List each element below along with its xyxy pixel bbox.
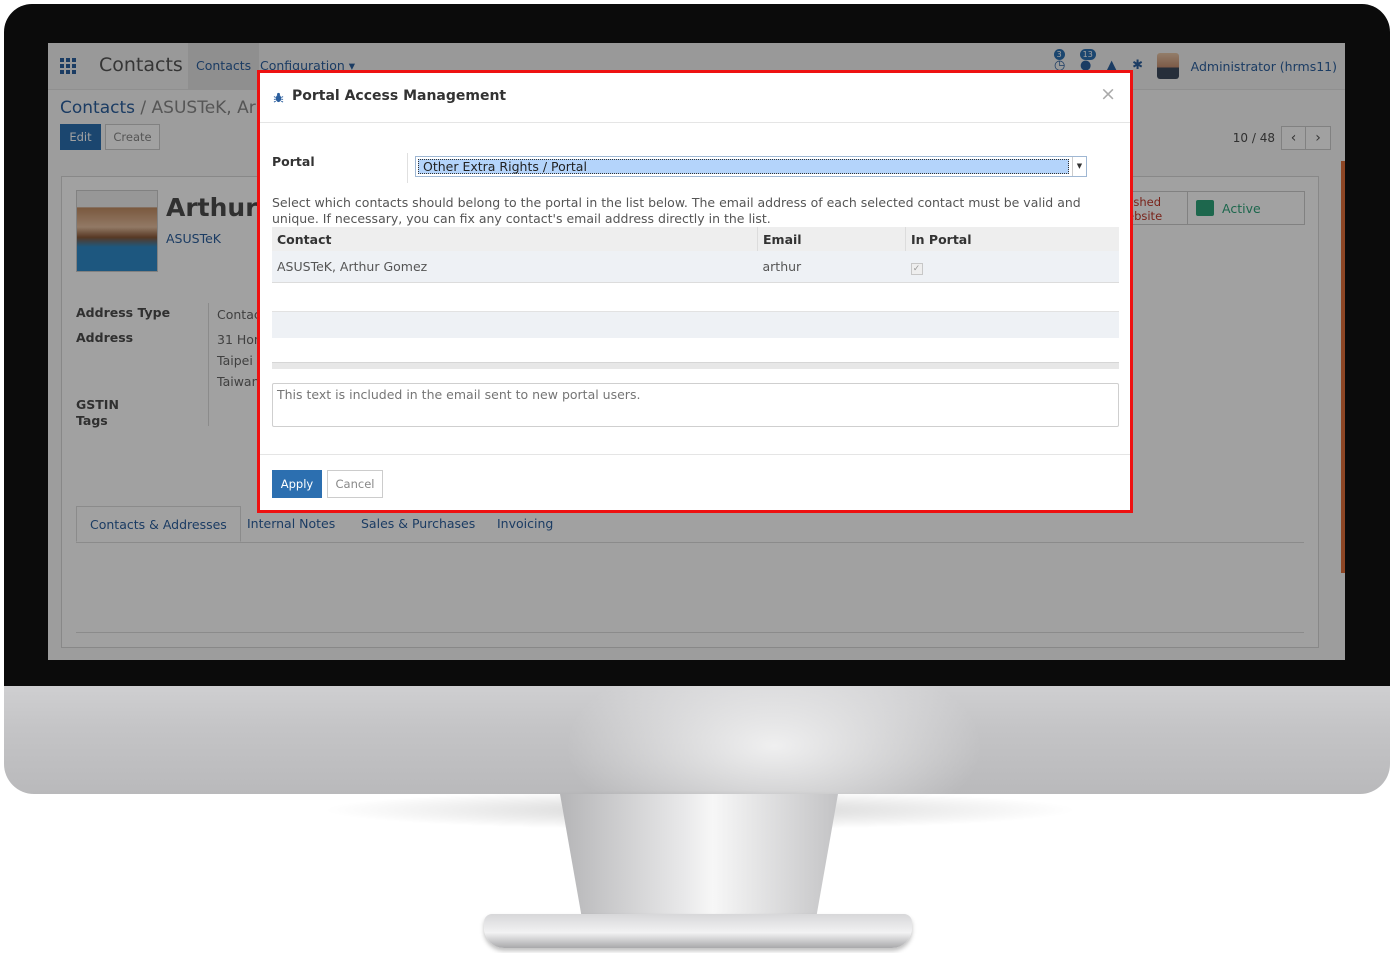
- cell-contact[interactable]: ASUSTeK, Arthur Gomez: [272, 251, 758, 283]
- portal-label: Portal: [272, 154, 315, 169]
- monitor-stand-foot: [484, 914, 912, 948]
- cell-in-portal[interactable]: ✓: [905, 251, 1119, 283]
- monitor-stand: [560, 794, 838, 920]
- portal-select-value: Other Extra Rights / Portal: [418, 159, 1069, 174]
- table-row[interactable]: ASUSTeK, Arthur Gomez arthur ✓: [272, 251, 1119, 283]
- column-header-in-portal[interactable]: In Portal: [905, 227, 1119, 251]
- field-separator: [407, 153, 408, 183]
- monitor-chin: [4, 686, 1390, 794]
- modal-footer: Apply Cancel: [260, 454, 1130, 511]
- cancel-button[interactable]: Cancel: [327, 470, 383, 498]
- welcome-message-input[interactable]: [272, 383, 1119, 427]
- table-footer: [272, 362, 1119, 369]
- bug-icon: [273, 92, 284, 103]
- cell-email[interactable]: arthur: [757, 251, 906, 283]
- column-header-email[interactable]: Email: [757, 227, 906, 251]
- portal-users-table: Contact Email In Portal ASUSTeK, Arthur …: [272, 227, 1119, 283]
- close-icon[interactable]: ×: [1100, 85, 1116, 104]
- modal-title: Portal Access Management: [292, 88, 507, 104]
- portal-select[interactable]: Other Extra Rights / Portal ▼: [415, 156, 1087, 177]
- chevron-down-icon: ▼: [1072, 157, 1086, 176]
- modal-header: Portal Access Management ×: [260, 73, 1130, 123]
- empty-table-row: [272, 311, 1119, 338]
- column-header-contact[interactable]: Contact: [272, 227, 758, 251]
- portal-access-dialog: Portal Access Management × Portal Other …: [257, 70, 1133, 513]
- help-text: Select which contacts should belong to t…: [272, 195, 1081, 226]
- in-portal-checkbox[interactable]: ✓: [910, 262, 923, 275]
- apply-button[interactable]: Apply: [272, 470, 322, 498]
